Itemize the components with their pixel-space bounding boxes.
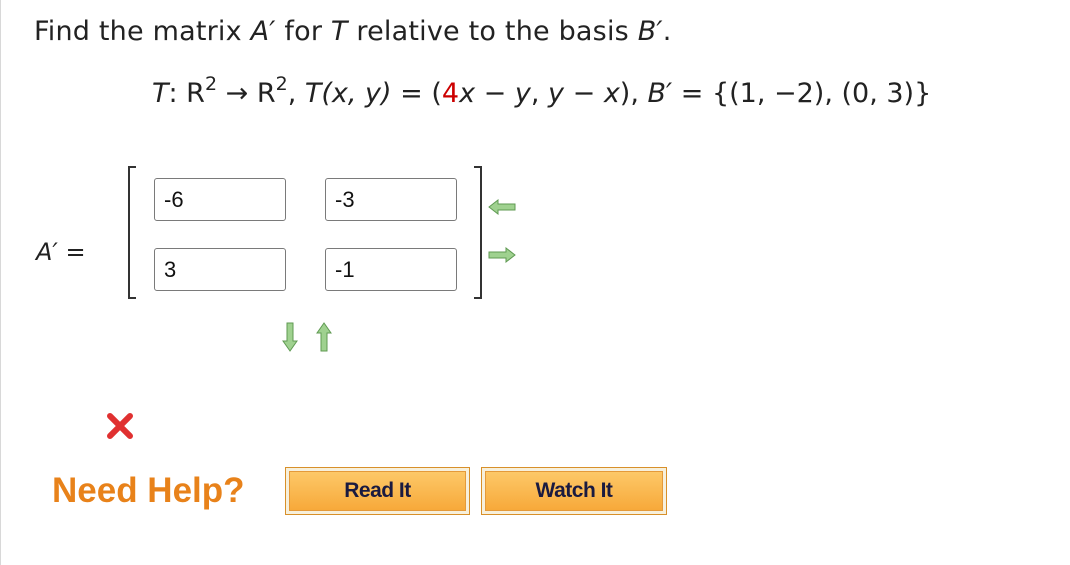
eq-exponent: 2: [275, 73, 288, 95]
question-text: Find the matrix: [34, 16, 251, 47]
eq-part: x: [603, 78, 620, 109]
question-text: relative to the basis: [347, 16, 638, 47]
eq-part: T: [152, 78, 169, 109]
matrix-right-bracket: [474, 166, 482, 299]
eq-coefficient-highlight: 4: [441, 78, 460, 109]
matrix-cell-r2c2[interactable]: [325, 248, 457, 291]
arrow-left-icon[interactable]: [488, 198, 516, 216]
eq-part: ,: [530, 78, 549, 109]
matrix-symbol: A′: [36, 238, 58, 266]
need-help-label: Need Help?: [52, 471, 245, 510]
arrow-up-icon[interactable]: [316, 322, 332, 352]
matrix-left-bracket: [128, 166, 136, 299]
eq-part: = (: [391, 78, 442, 109]
eq-part: x: [459, 78, 476, 109]
read-it-label: Read It: [289, 471, 466, 511]
eq-part: : R: [168, 78, 205, 109]
transform-symbol: T: [330, 16, 348, 47]
eq-part: ,: [287, 78, 305, 109]
arrow-right-icon[interactable]: [488, 246, 516, 264]
matrix-cell-r1c2[interactable]: [325, 178, 457, 221]
answer-label: A′ =: [36, 238, 86, 266]
eq-part: ),: [619, 78, 648, 109]
watch-it-button[interactable]: Watch It: [481, 467, 667, 515]
eq-part: → R: [217, 78, 276, 109]
eq-part: y: [548, 78, 565, 109]
basis-symbol: B′: [637, 16, 663, 47]
question-text: for: [275, 16, 331, 47]
left-border: [0, 0, 1, 565]
watch-it-label: Watch It: [485, 471, 663, 511]
eq-part: y: [514, 78, 531, 109]
question-text: .: [662, 16, 672, 47]
matrix-cell-r2c1[interactable]: [154, 248, 286, 291]
transformation-equation: T: R2 → R2, T(x, y) = (4x − y, y − x), B…: [152, 75, 932, 110]
eq-part: B′: [647, 78, 673, 109]
eq-part: −: [475, 78, 515, 109]
eq-part: = {(1, −2), (0, 3)}: [672, 78, 932, 109]
matrix-symbol: A′: [250, 16, 276, 47]
eq-exponent: 2: [204, 73, 218, 95]
incorrect-x-icon: [107, 413, 133, 439]
matrix-cell-r1c1[interactable]: [154, 178, 286, 221]
question-prompt: Find the matrix A′ for T relative to the…: [34, 16, 672, 47]
arrow-down-icon[interactable]: [282, 322, 298, 352]
eq-part: T: [304, 78, 322, 109]
equals-sign: =: [57, 238, 86, 266]
eq-part: −: [564, 78, 604, 109]
eq-part: (x, y): [321, 78, 392, 109]
read-it-button[interactable]: Read It: [285, 467, 470, 515]
